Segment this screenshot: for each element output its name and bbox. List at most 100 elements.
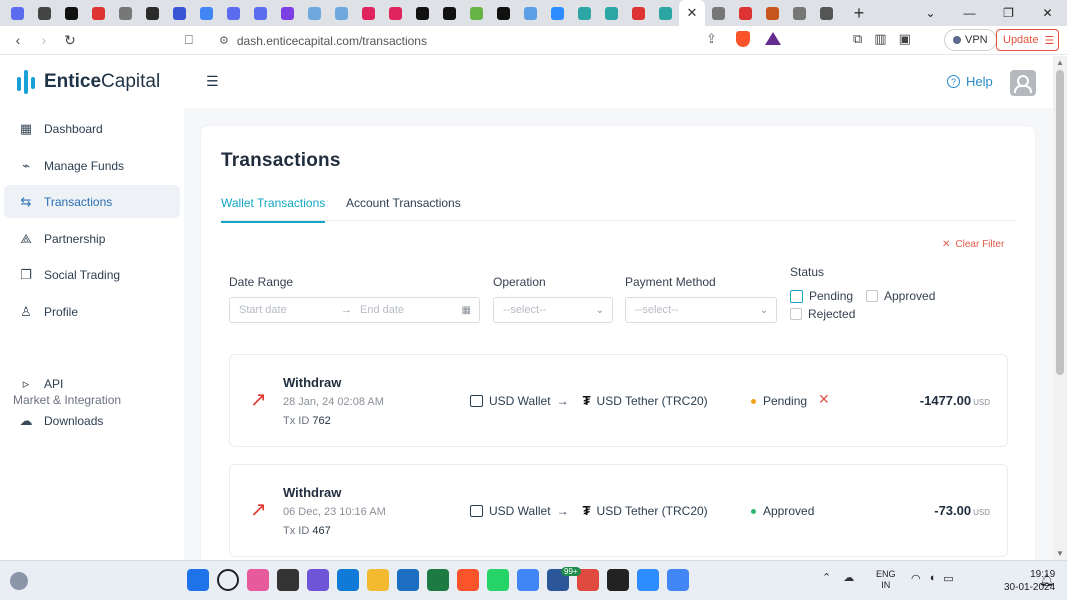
update-button[interactable]: Update ☰ [996,29,1059,51]
share-icon[interactable]: ⇪ [706,31,717,47]
taskbar-app-icon[interactable] [487,569,509,591]
sidebar-toggle-icon[interactable]: ▥ [874,31,886,47]
browser-tab[interactable] [598,0,625,26]
sidebar-item-partnership[interactable]: ⟁ Partnership [4,222,180,255]
help-link[interactable]: ? Help [947,74,993,89]
browser-tab[interactable] [4,0,31,26]
browser-tab[interactable] [490,0,517,26]
scrollbar-thumb[interactable] [1056,70,1064,375]
calendar-icon[interactable]: ▦ [462,305,471,316]
chevron-up-icon[interactable]: ⌃ [822,571,831,584]
forward-button[interactable]: › [31,32,57,48]
transaction-row[interactable]: ↗ Withdraw 06 Dec, 23 10:16 AM Tx ID 467 USD… [229,464,1008,557]
browser-tab[interactable] [139,0,166,26]
avatar[interactable] [1010,70,1036,96]
taskbar-app-icon[interactable] [397,569,419,591]
active-tab[interactable]: ✕ [679,0,705,26]
browser-tab[interactable] [409,0,436,26]
site-info-icon[interactable]: ⚙ [219,34,229,47]
browser-tab[interactable] [517,0,544,26]
browser-tab[interactable] [652,0,679,26]
taskbar-app-icon[interactable] [337,569,359,591]
browser-tab[interactable] [193,0,220,26]
operation-select[interactable]: --select-- ⌄ [493,297,613,323]
browser-tab[interactable] [382,0,409,26]
search-icon[interactable] [217,569,239,591]
taskbar-app-icon[interactable] [607,569,629,591]
tab-search-icon[interactable]: ⌄ [911,6,950,20]
cancel-transaction-icon[interactable]: ✕ [818,391,830,408]
start-date-input[interactable]: Start date [239,304,341,316]
browser-tab[interactable] [112,0,139,26]
browser-tab[interactable] [732,0,759,26]
taskbar-app-icon[interactable] [457,569,479,591]
vpn-button[interactable]: VPN [944,29,997,51]
notification-bell-icon[interactable]: 🔔︎ [1039,573,1054,587]
brave-rewards-icon[interactable] [765,32,781,45]
extensions-icon[interactable]: ⧉ [853,31,862,47]
volume-icon[interactable]: ◖ [929,572,936,585]
sidebar-item-social-trading[interactable]: ❐ Social Trading [4,258,180,291]
close-tab-icon[interactable]: ✕ [687,5,698,21]
restore-button[interactable]: ❐ [989,6,1028,20]
taskbar-app-icon[interactable] [427,569,449,591]
page-scrollbar[interactable]: ▲ ▼ [1053,56,1067,560]
transaction-row[interactable]: ↗ Withdraw 28 Jan, 24 02:08 AM Tx ID 762 USD… [229,354,1008,447]
battery-icon[interactable]: ▭ [943,572,953,585]
payment-method-select[interactable]: --select-- ⌄ [625,297,777,323]
taskbar-app-icon[interactable] [367,569,389,591]
taskbar-app-icon[interactable] [307,569,329,591]
new-tab-button[interactable]: + [844,3,874,24]
scroll-up-icon[interactable]: ▲ [1056,58,1064,67]
sidebar-item-transactions[interactable]: ⇆ Transactions [4,185,180,218]
weather-icon[interactable] [10,572,28,590]
tab-account-transactions[interactable]: Account Transactions [346,196,461,210]
start-menu-icon[interactable] [187,569,209,591]
browser-tab[interactable] [355,0,382,26]
sidebar-item-manage-funds[interactable]: ⌁ Manage Funds [4,149,180,182]
browser-tab[interactable] [544,0,571,26]
status-rejected-checkbox[interactable]: Rejected [790,307,855,321]
brand-logo[interactable]: EnticeCapital [17,70,160,94]
menu-toggle-icon[interactable]: ☰ [206,73,219,90]
browser-tab[interactable] [85,0,112,26]
taskbar-app-icon[interactable] [637,569,659,591]
browser-tab[interactable] [328,0,355,26]
browser-tab[interactable] [58,0,85,26]
browser-tab[interactable] [220,0,247,26]
sidebar-item-profile[interactable]: ♙ Profile [4,295,180,328]
minimize-button[interactable]: — [950,6,989,20]
taskbar-app-icon[interactable] [517,569,539,591]
close-window-button[interactable]: ✕ [1028,6,1067,20]
browser-tab[interactable] [759,0,786,26]
taskbar-app-icon[interactable] [247,569,269,591]
bookmark-icon[interactable]: ⎕ [185,32,193,48]
wallet-icon[interactable]: ▣ [899,31,911,47]
taskbar-app-icon[interactable] [277,569,299,591]
address-bar[interactable]: ⚙ dash.enticecapital.com/transactions [219,30,785,51]
reload-button[interactable]: ↻ [57,32,83,49]
status-approved-checkbox[interactable]: Approved [866,289,935,303]
browser-tab[interactable] [813,0,840,26]
browser-tab[interactable] [274,0,301,26]
date-range-picker[interactable]: Start date → End date ▦ [229,297,480,323]
browser-tab[interactable] [301,0,328,26]
browser-tab[interactable] [463,0,490,26]
end-date-input[interactable]: End date [360,304,404,316]
tab-wallet-transactions[interactable]: Wallet Transactions [221,196,326,223]
scroll-down-icon[interactable]: ▼ [1056,549,1064,558]
browser-tab[interactable] [786,0,813,26]
browser-tab[interactable] [571,0,598,26]
sidebar-item-api[interactable]: ▹ API [4,367,180,400]
cloud-icon[interactable]: ☁ [843,571,854,584]
browser-tab[interactable] [705,0,732,26]
taskbar-app-icon[interactable] [667,569,689,591]
sidebar-item-downloads[interactable]: ☁ Downloads [4,404,180,437]
clear-filter-button[interactable]: ✕ Clear Filter [942,239,1004,250]
browser-tab[interactable] [31,0,58,26]
back-button[interactable]: ‹ [5,32,31,48]
browser-tab[interactable] [166,0,193,26]
wifi-icon[interactable]: ◠ [911,572,921,585]
browser-tab[interactable] [436,0,463,26]
brave-shields-icon[interactable] [736,31,750,47]
